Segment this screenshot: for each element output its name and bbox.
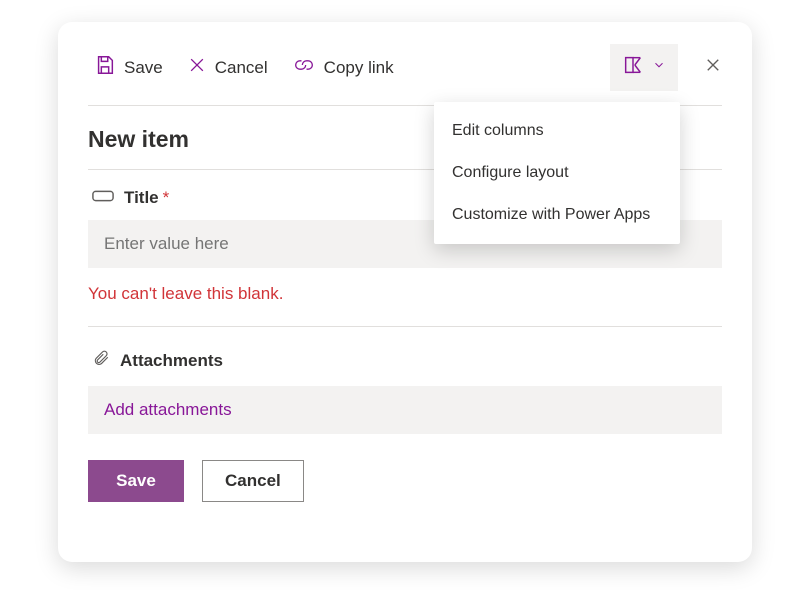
menu-configure-layout[interactable]: Configure layout [434, 152, 680, 194]
link-icon [292, 55, 316, 80]
title-error-message: You can't leave this blank. [88, 284, 722, 304]
attachments-label-text: Attachments [120, 351, 223, 371]
command-bar: Save Cancel Copy link [88, 44, 722, 106]
required-marker: * [163, 188, 170, 208]
save-command[interactable]: Save [88, 50, 169, 85]
save-icon [94, 54, 116, 81]
cancel-command[interactable]: Cancel [181, 51, 274, 84]
field-separator [88, 326, 722, 327]
copy-link-command[interactable]: Copy link [286, 51, 400, 84]
menu-edit-columns[interactable]: Edit columns [434, 110, 680, 152]
copy-link-label: Copy link [324, 58, 394, 78]
title-label-text: Title [124, 188, 159, 208]
new-item-panel: Save Cancel Copy link [58, 22, 752, 562]
menu-customize-power-apps[interactable]: Customize with Power Apps [434, 194, 680, 236]
add-attachments-button[interactable]: Add attachments [88, 386, 722, 434]
cancel-button[interactable]: Cancel [202, 460, 304, 502]
attachments-label: Attachments [88, 347, 722, 374]
footer-buttons: Save Cancel [88, 460, 722, 502]
close-panel-button[interactable] [704, 56, 722, 79]
edit-form-button[interactable] [610, 44, 678, 91]
edit-form-menu: Edit columns Configure layout Customize … [434, 102, 680, 244]
paperclip-icon [92, 347, 110, 374]
save-button[interactable]: Save [88, 460, 184, 502]
close-icon [187, 55, 207, 80]
save-command-label: Save [124, 58, 163, 78]
text-column-icon [92, 188, 114, 208]
close-icon [704, 56, 722, 79]
chevron-down-icon [652, 58, 666, 77]
cancel-command-label: Cancel [215, 58, 268, 78]
edit-form-icon [622, 54, 644, 81]
